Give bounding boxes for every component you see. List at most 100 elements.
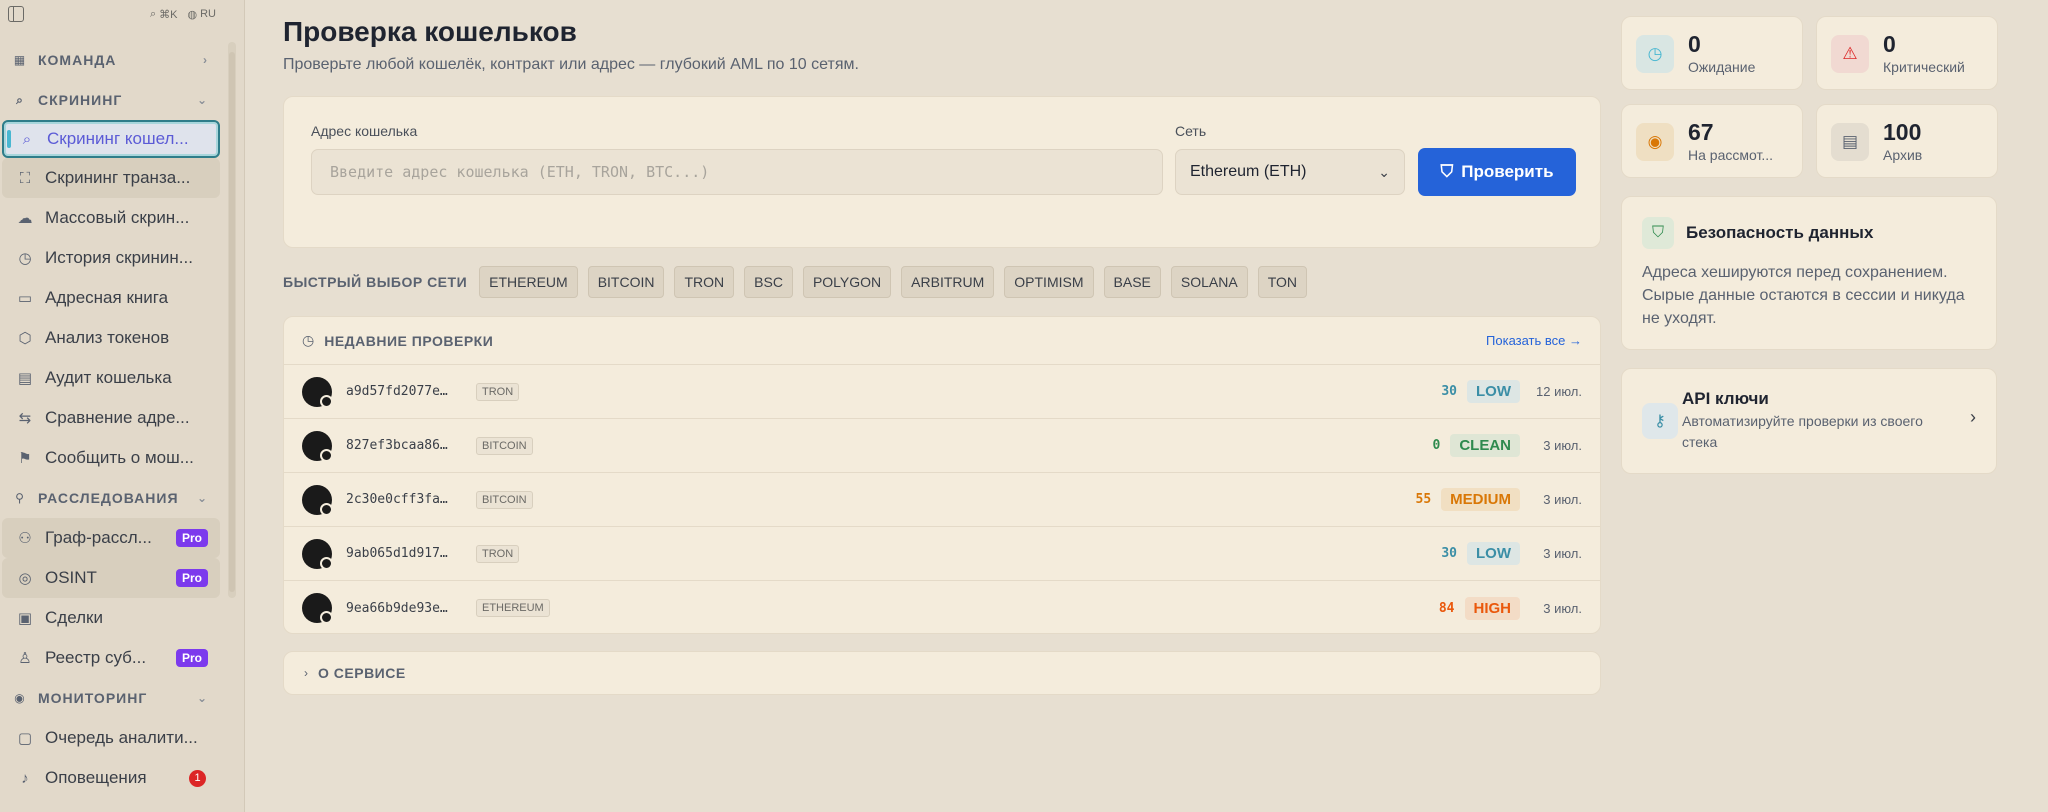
sidebar-item-label: Очередь аналити... xyxy=(45,728,198,747)
archive-icon: ▤ xyxy=(1831,123,1869,161)
cloud-upload-icon: ☁ xyxy=(17,210,33,227)
language-label: RU xyxy=(200,8,216,20)
row-network-tag: ETHEREUM xyxy=(476,599,550,617)
sidebar-item-token-analysis[interactable]: ⬡ Анализ токенов xyxy=(2,318,220,358)
sidebar-item-analyst-queue[interactable]: ▢ Очередь аналити... xyxy=(2,718,220,758)
sidebar-item-address-book[interactable]: ▭ Адресная книга xyxy=(2,278,220,318)
section-label: РАССЛЕДОВАНИЯ xyxy=(38,490,179,506)
stat-archive[interactable]: ▤ 100 Архив xyxy=(1816,104,1998,178)
chip-optimism[interactable]: OPTIMISM xyxy=(1004,266,1094,298)
briefcase-icon: ▣ xyxy=(17,610,33,627)
sidebar-item-wallet-audit[interactable]: ▤ Аудит кошелька xyxy=(2,358,220,398)
section-label: СКРИНИНГ xyxy=(38,92,123,108)
key-icon: ⚷ xyxy=(1642,403,1678,439)
chip-base[interactable]: BASE xyxy=(1103,266,1161,298)
check-button[interactable]: ⛉ Проверить xyxy=(1418,148,1576,196)
chip-arbitrum[interactable]: ARBITRUM xyxy=(901,266,995,298)
search-icon: ⌕ xyxy=(149,7,157,20)
row-date: 12 июл. xyxy=(1536,384,1582,399)
row-address: 9ab065d1d917… xyxy=(346,546,448,561)
avatar xyxy=(302,430,333,462)
row-score: 84 xyxy=(1438,600,1455,616)
sidebar-item-wallet-screening[interactable]: ⌕ Скрининг кошел... xyxy=(2,120,220,158)
wallet-address-input[interactable]: Введите адрес кошелька (ETH, TRON, BTC..… xyxy=(311,149,1163,195)
command-search-button[interactable]: ⌕ ⌘K xyxy=(150,8,178,21)
eye-icon: ◉ xyxy=(14,691,26,705)
section-team[interactable]: ▦ КОМАНДА › xyxy=(0,40,222,80)
sidebar-item-bulk-screening[interactable]: ☁ Массовый скрин... xyxy=(2,198,220,238)
stat-value: 67 xyxy=(1688,119,1714,145)
row-network-tag: TRON xyxy=(476,544,520,563)
pro-badge: Pro xyxy=(175,649,208,667)
chevron-down-icon: ⌄ xyxy=(196,93,208,107)
sidebar-item-label: Аудит кошелька xyxy=(45,368,172,387)
risk-badge: HIGH xyxy=(1464,596,1520,620)
stat-critical[interactable]: ⚠ 0 Критический xyxy=(1816,16,1998,90)
api-keys-text: Автоматизируйте проверки из своего стека xyxy=(1682,413,1923,450)
sidebar-item-label: Массовый скрин... xyxy=(45,208,190,227)
section-screening[interactable]: ⌕ СКРИНИНГ ⌄ xyxy=(0,80,222,120)
sidebar-tools: ⌕ ⌘K ◍ RU xyxy=(150,8,216,21)
chip-solana[interactable]: SOLANA xyxy=(1170,266,1248,298)
stat-label: Ожидание xyxy=(1688,59,1756,75)
sidebar-item-label: Реестр суб... xyxy=(45,648,147,667)
table-row[interactable]: 9ab065d1d917… TRON 30 LOW 3 июл. xyxy=(284,527,1600,581)
bell-icon: ♪ xyxy=(21,769,29,787)
recent-checks-title: НЕДАВНИЕ ПРОВЕРКИ xyxy=(324,332,494,349)
sidebar-item-report-fraud[interactable]: ⚑ Сообщить о мош... xyxy=(2,438,220,478)
table-row[interactable]: 827ef3bcaa86… BITCOIN 0 CLEAN 3 июл. xyxy=(284,419,1600,473)
chip-tron[interactable]: TRON xyxy=(674,266,735,298)
about-service-toggle[interactable]: › О СЕРВИСЕ xyxy=(283,651,1601,695)
table-row[interactable]: 2c30e0cff3fa… BITCOIN 55 MEDIUM 3 июл. xyxy=(284,473,1600,527)
avatar xyxy=(302,538,333,570)
grid-icon: ▦ xyxy=(13,53,27,67)
table-row[interactable]: 9ea66b9de93e… ETHEREUM 84 HIGH 3 июл. xyxy=(284,581,1600,635)
section-investigations[interactable]: ⚲ РАССЛЕДОВАНИЯ ⌄ xyxy=(0,478,222,518)
row-address: 827ef3bcaa86… xyxy=(346,438,448,453)
compare-icon: ⇆ xyxy=(18,410,32,427)
sidebar-scrollbar[interactable] xyxy=(228,42,236,598)
sidebar-item-label: Сделки xyxy=(45,608,103,627)
sidebar-item-label: Граф-рассл... xyxy=(45,528,152,547)
stat-review[interactable]: ◉ 67 На рассмот... xyxy=(1621,104,1803,178)
search-icon: ⌕ xyxy=(22,130,32,148)
show-all-link[interactable]: Показать все → xyxy=(1486,333,1582,348)
row-date: 3 июл. xyxy=(1543,600,1582,616)
chevron-right-icon: › xyxy=(203,53,208,67)
avatar xyxy=(302,484,333,516)
recent-checks-header: ◷ НЕДАВНИЕ ПРОВЕРКИ Показать все → xyxy=(284,317,1600,365)
chevron-down-icon: ⌄ xyxy=(196,491,208,505)
chip-bitcoin[interactable]: BITCOIN xyxy=(587,266,665,298)
sidebar-item-osint[interactable]: ◎ OSINT Pro xyxy=(2,558,220,598)
sidebar-item-graph-investigation[interactable]: ⚇ Граф-рассл... Pro xyxy=(2,518,220,558)
shield-icon: ⛉ xyxy=(1440,162,1454,181)
chip-ton[interactable]: TON xyxy=(1257,266,1307,298)
avatar xyxy=(302,376,333,408)
api-keys-card[interactable]: ⚷ API ключи Автоматизируйте проверки из … xyxy=(1621,368,1997,474)
chip-bsc[interactable]: BSC xyxy=(744,266,793,298)
chevron-right-icon: › xyxy=(1970,407,1976,427)
sidebar-item-address-compare[interactable]: ⇆ Сравнение адре... xyxy=(2,398,220,438)
sidebar-item-tx-screening[interactable]: ⛶ Скрининг транза... xyxy=(2,158,220,198)
chip-polygon[interactable]: POLYGON xyxy=(802,266,892,298)
chevron-down-icon: ⌄ xyxy=(1378,163,1390,180)
sidebar-item-label: Скрининг кошел... xyxy=(47,129,189,148)
section-monitoring[interactable]: ◉ МОНИТОРИНГ ⌄ xyxy=(0,678,222,718)
sidebar-item-deals[interactable]: ▣ Сделки xyxy=(2,598,220,638)
sidebar-collapse-icon[interactable] xyxy=(8,6,24,22)
data-security-text: Адреса хешируются перед сохранением. Сыр… xyxy=(1642,264,1965,327)
sidebar-item-label: Скрининг транза... xyxy=(45,168,191,187)
table-row[interactable]: a9d57fd2077e… TRON 30 LOW 12 июл. xyxy=(284,365,1600,419)
language-switch[interactable]: ◍ RU xyxy=(188,8,217,21)
row-date: 3 июл. xyxy=(1543,546,1582,561)
pro-badge: Pro xyxy=(175,529,208,547)
sidebar-item-history[interactable]: ◷ История скринин... xyxy=(2,238,220,278)
sidebar: ⌕ ⌘K ◍ RU ▦ КОМАНДА › ⌕ СКРИНИНГ ⌄ ⌕ Скрининг к… xyxy=(0,0,245,812)
user-icon: ♙ xyxy=(18,650,32,667)
stat-pending[interactable]: ◷ 0 Ожидание xyxy=(1621,16,1803,90)
chevron-down-icon: ⌄ xyxy=(196,691,208,705)
sidebar-item-subject-registry[interactable]: ♙ Реестр суб... Pro xyxy=(2,638,220,678)
chip-ethereum[interactable]: ETHEREUM xyxy=(479,266,578,298)
sidebar-item-alerts[interactable]: ♪ Оповещения 1 xyxy=(2,758,220,798)
network-select[interactable]: Ethereum (ETH) ⌄ xyxy=(1175,149,1405,195)
